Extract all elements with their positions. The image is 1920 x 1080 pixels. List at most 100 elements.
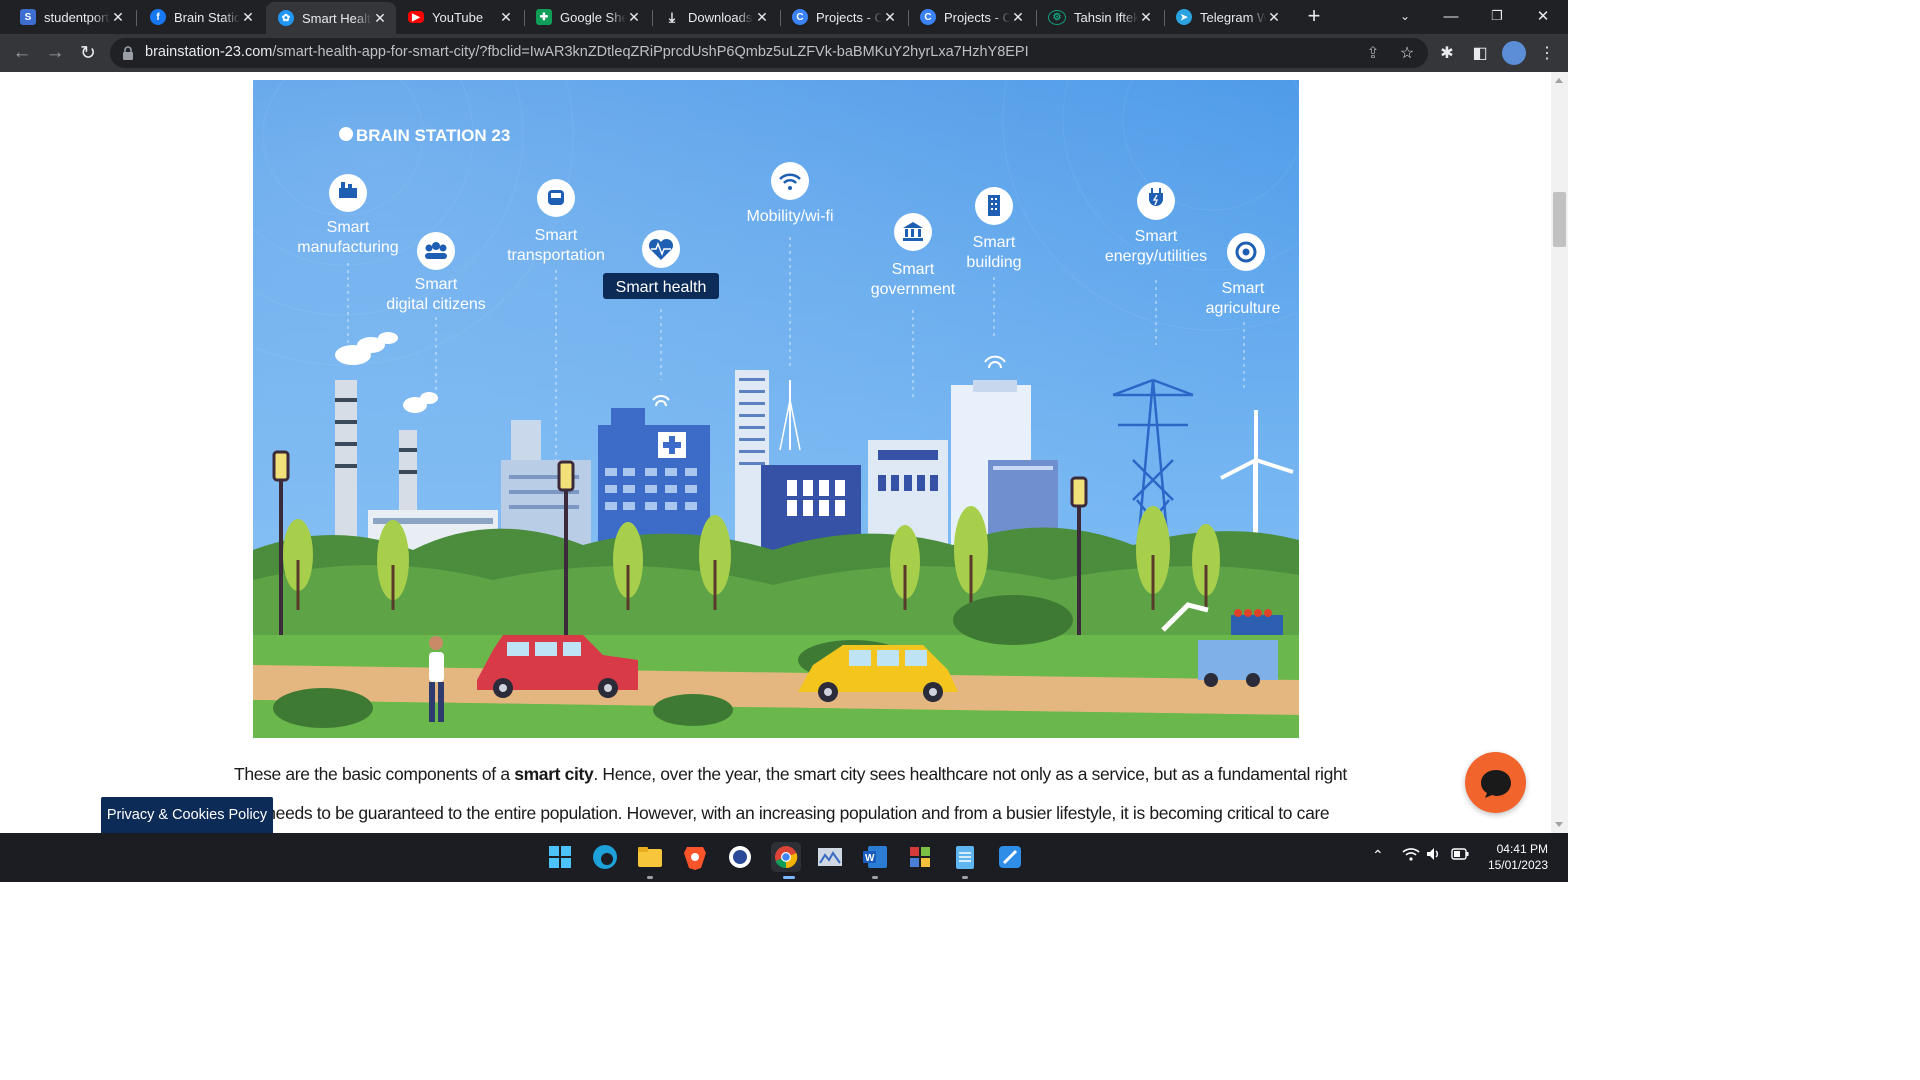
close-icon[interactable]: ✕ bbox=[1010, 9, 1026, 26]
chatgpt-icon: ⚙ bbox=[1048, 9, 1066, 25]
speaker-icon bbox=[1427, 848, 1438, 860]
taskbar-word[interactable]: W bbox=[861, 843, 889, 871]
tab-title: Projects - Canva bbox=[944, 9, 1010, 25]
tab-title: YouTube bbox=[432, 9, 484, 25]
back-button[interactable]: ← bbox=[7, 38, 37, 68]
tab-title: studentportal bbox=[44, 9, 110, 25]
taskbar-brave[interactable] bbox=[681, 843, 709, 871]
tab-canva-1[interactable]: C Projects - Canva ✕ bbox=[780, 2, 906, 32]
taskbar-snipping[interactable] bbox=[996, 843, 1024, 871]
scroll-down-arrow-icon[interactable] bbox=[1555, 822, 1563, 827]
wifi-icon bbox=[771, 162, 809, 200]
taskbar-file-explorer[interactable] bbox=[636, 843, 664, 871]
page-scrollbar[interactable] bbox=[1551, 72, 1568, 833]
close-icon[interactable]: ✕ bbox=[372, 10, 388, 27]
chevron-down-icon: ⌄ bbox=[1399, 9, 1411, 23]
menu-icon[interactable]: ⋮ bbox=[1536, 42, 1558, 64]
chat-bubble-icon bbox=[1480, 769, 1511, 798]
brainstation-icon: ✿ bbox=[278, 10, 294, 26]
close-icon[interactable]: ✕ bbox=[626, 9, 642, 26]
label-mobility-wifi: Mobility/wi-fi bbox=[746, 208, 833, 225]
energy-icon bbox=[1137, 182, 1175, 220]
start-button[interactable] bbox=[546, 843, 574, 871]
close-icon[interactable]: ✕ bbox=[240, 9, 256, 26]
edge-icon bbox=[593, 845, 617, 869]
close-window-button[interactable]: ✕ bbox=[1520, 0, 1566, 32]
tab-title: Projects - Canva bbox=[816, 9, 882, 25]
share-icon[interactable]: ⇪ bbox=[1362, 42, 1384, 64]
label-smart-transportation-2: transportation bbox=[507, 247, 605, 264]
wifi-tray-icon[interactable] bbox=[1402, 847, 1420, 864]
lock-icon bbox=[123, 46, 133, 60]
privacy-cookies-button[interactable]: Privacy & Cookies Policy bbox=[101, 797, 273, 833]
windows-icon bbox=[549, 846, 571, 868]
article-paragraph-line-1: These are the basic components of a smar… bbox=[234, 764, 1347, 785]
chat-widget-button[interactable] bbox=[1465, 752, 1526, 813]
brave-icon bbox=[684, 847, 706, 870]
close-icon[interactable]: ✕ bbox=[498, 9, 514, 26]
tab-smart-health[interactable]: ✿ Smart Health ✕ bbox=[266, 2, 396, 34]
tab-chatgpt[interactable]: ⚙ Tahsin Iftekhar ✕ bbox=[1036, 2, 1162, 32]
close-icon[interactable]: ✕ bbox=[1138, 9, 1154, 26]
close-icon[interactable]: ✕ bbox=[754, 9, 770, 26]
taskbar-app-w[interactable] bbox=[726, 843, 754, 871]
web-page: BRAIN STATION 23 Smart manufacturing Sma… bbox=[0, 72, 1551, 833]
plus-icon: + bbox=[1307, 3, 1321, 28]
tab-title: Brain Station 23 bbox=[174, 9, 240, 25]
privacy-label: Privacy & Cookies Policy bbox=[106, 807, 268, 823]
canva-icon: C bbox=[920, 9, 936, 25]
tab-google-sheets[interactable]: ✚ Google Sheets ✕ bbox=[524, 2, 650, 32]
notepad-icon bbox=[956, 846, 974, 869]
tab-title: Tahsin Iftekhar bbox=[1074, 9, 1138, 25]
show-hidden-icons-button[interactable]: ⌃ bbox=[1372, 847, 1384, 864]
volume-tray-icon[interactable] bbox=[1426, 847, 1442, 864]
agriculture-icon bbox=[1227, 233, 1265, 271]
arrow-right-icon: → bbox=[45, 42, 65, 63]
taskbar-winrar[interactable] bbox=[906, 843, 934, 871]
windows-taskbar: W ⌃ 04:41 PM 15/01/2023 bbox=[0, 833, 1568, 882]
battery-tray-icon[interactable] bbox=[1451, 847, 1469, 863]
tab-canva-2[interactable]: C Projects - Canva ✕ bbox=[908, 2, 1034, 32]
tab-downloads[interactable]: ⤓ Downloads ✕ bbox=[652, 2, 778, 32]
address-bar[interactable]: brainstation-23.com/smart-health-app-for… bbox=[110, 38, 1428, 68]
photos-icon bbox=[818, 848, 842, 866]
new-tab-button[interactable]: + bbox=[1294, 0, 1334, 32]
scroll-thumb[interactable] bbox=[1553, 192, 1566, 247]
tab-title: Google Sheets bbox=[560, 9, 626, 25]
close-icon[interactable]: ✕ bbox=[110, 9, 126, 26]
tab-telegram[interactable]: ➤ Telegram Web ✕ bbox=[1164, 2, 1290, 32]
side-panel-icon[interactable]: ◧ bbox=[1469, 42, 1491, 64]
tab-title: Downloads bbox=[688, 9, 753, 25]
taskbar-notepad[interactable] bbox=[951, 843, 979, 871]
taskbar-clock[interactable]: 04:41 PM 15/01/2023 bbox=[1488, 841, 1548, 873]
close-icon[interactable]: ✕ bbox=[1266, 9, 1282, 26]
chevron-up-icon: ⌃ bbox=[1372, 847, 1384, 863]
label-smart-energy-1: Smart bbox=[1135, 228, 1178, 245]
tab-search-button[interactable]: ⌄ bbox=[1382, 0, 1428, 32]
app-w-icon bbox=[729, 846, 751, 868]
label-smart-citizens-1: Smart bbox=[415, 276, 458, 293]
profile-avatar[interactable] bbox=[1502, 41, 1526, 65]
text-run: These are the basic components of a bbox=[234, 764, 515, 784]
taskbar-chrome[interactable] bbox=[771, 842, 801, 872]
taskbar-edge[interactable] bbox=[591, 843, 619, 871]
scroll-up-arrow-icon[interactable] bbox=[1555, 78, 1563, 83]
sheets-icon: ✚ bbox=[536, 9, 552, 25]
download-icon: ⤓ bbox=[668, 8, 676, 25]
archive-icon bbox=[910, 847, 930, 867]
tab-studentportal[interactable]: S studentportal ✕ bbox=[8, 2, 134, 32]
reload-button[interactable]: ↻ bbox=[73, 38, 103, 68]
telegram-icon: ➤ bbox=[1176, 9, 1192, 25]
bookmark-star-icon[interactable]: ☆ bbox=[1396, 42, 1418, 64]
tab-brain-station[interactable]: f Brain Station 23 ✕ bbox=[138, 2, 264, 32]
tab-strip: S studentportal ✕ f Brain Station 23 ✕ ✿… bbox=[0, 0, 1568, 34]
restore-button[interactable]: ❐ bbox=[1474, 0, 1520, 32]
article-paragraph-line-2: that needs to be guaranteed to the entir… bbox=[234, 803, 1330, 823]
forward-button[interactable]: → bbox=[40, 38, 70, 68]
close-icon[interactable]: ✕ bbox=[882, 9, 898, 26]
tab-youtube[interactable]: ▶ YouTube ✕ bbox=[396, 2, 522, 32]
facebook-icon: f bbox=[150, 9, 166, 25]
taskbar-photos[interactable] bbox=[816, 843, 844, 871]
minimize-button[interactable]: — bbox=[1428, 0, 1474, 32]
extensions-icon[interactable]: ✱ bbox=[1436, 42, 1458, 64]
